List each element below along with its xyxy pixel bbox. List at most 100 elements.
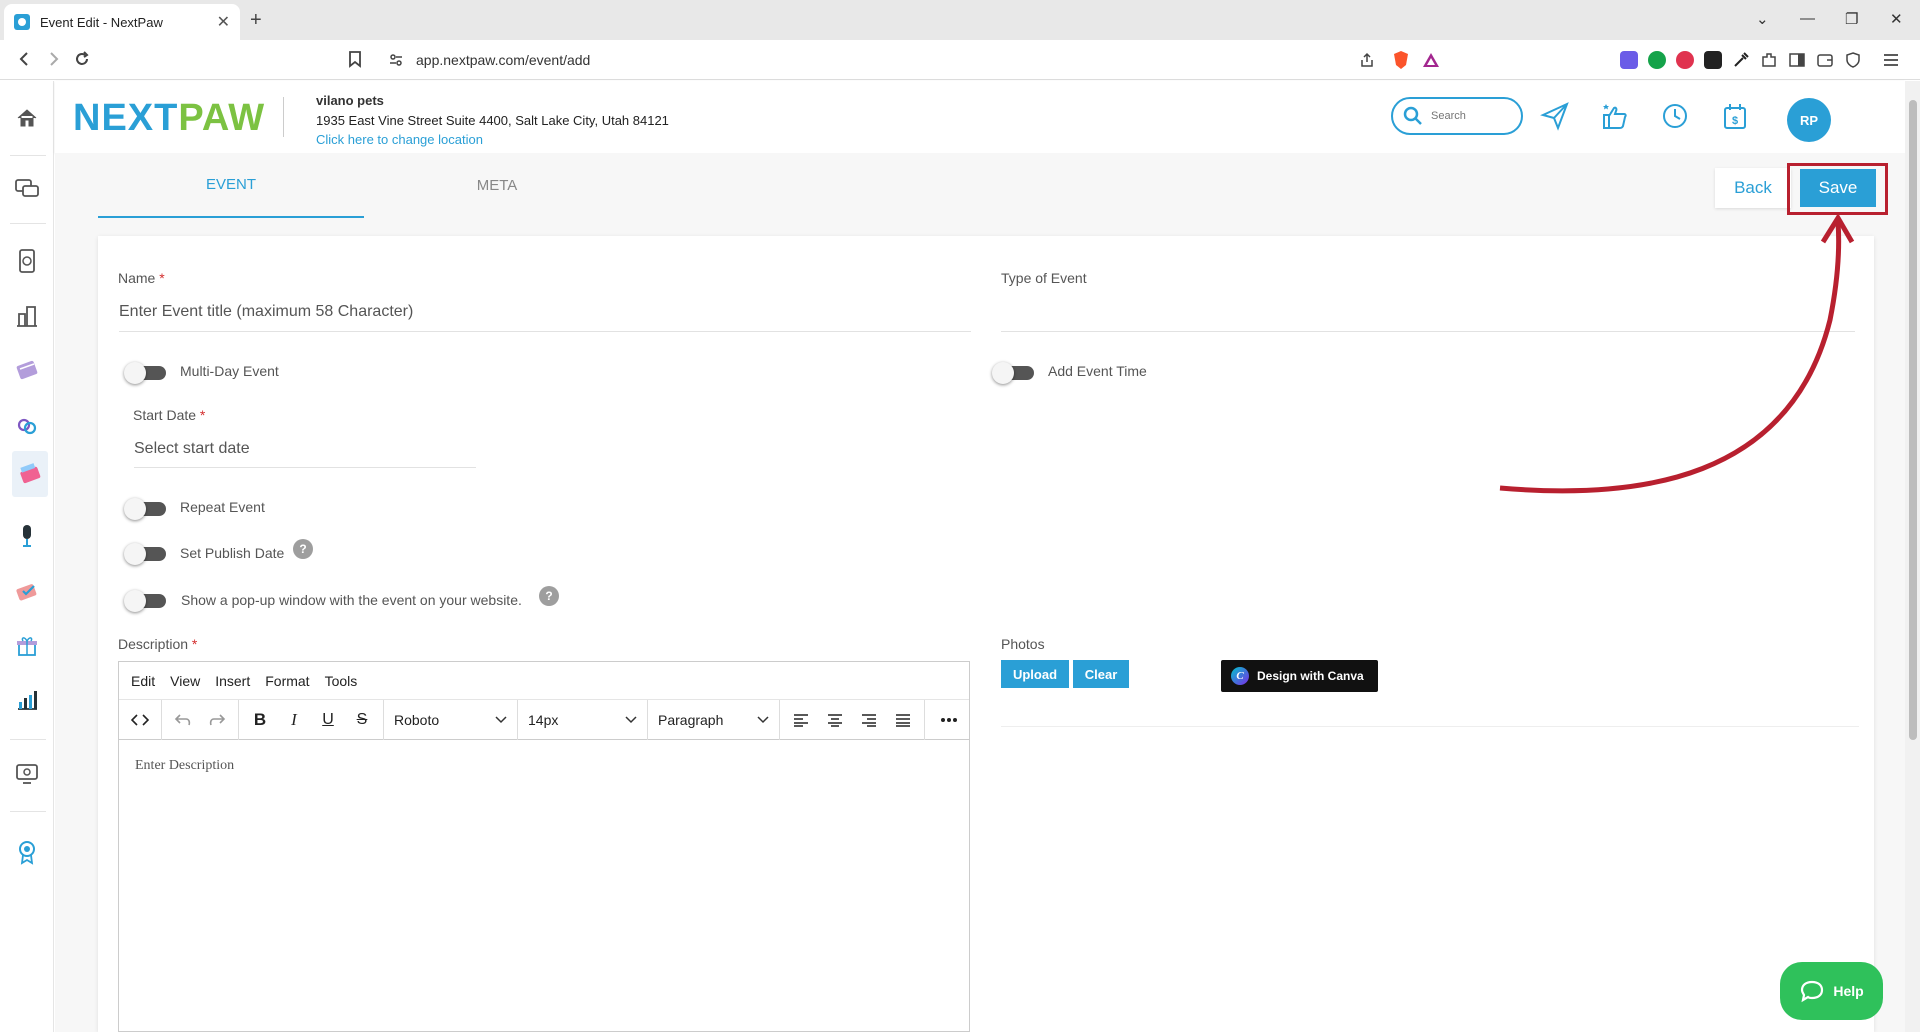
- font-size-select[interactable]: 14px: [518, 699, 648, 740]
- back-arrow-icon[interactable]: [14, 49, 34, 69]
- header-search[interactable]: [1391, 97, 1523, 135]
- code-icon: [131, 713, 149, 726]
- menu-insert[interactable]: Insert: [215, 673, 250, 689]
- sidebar-item-tasks[interactable]: [12, 576, 42, 606]
- minimize-icon[interactable]: —: [1800, 10, 1815, 27]
- popup-help-icon[interactable]: ?: [539, 586, 559, 606]
- location-name: vilano pets: [316, 93, 384, 108]
- sidebar-item-devices[interactable]: [12, 246, 42, 276]
- nextpaw-logo[interactable]: NEXTPAW: [73, 97, 265, 140]
- bold-button[interactable]: B: [243, 700, 277, 740]
- source-code-button[interactable]: [123, 700, 157, 740]
- sidebar-item-settings[interactable]: [12, 759, 42, 789]
- menu-format[interactable]: Format: [265, 673, 309, 689]
- publish-date-toggle[interactable]: [124, 543, 166, 565]
- send-paper-plane-icon[interactable]: [1540, 101, 1570, 131]
- browser-tab[interactable]: Event Edit - NextPaw ✕: [4, 4, 240, 40]
- site-settings-icon[interactable]: [388, 52, 404, 68]
- sidebar-item-rewards[interactable]: [12, 631, 42, 661]
- redo-button[interactable]: [200, 700, 234, 740]
- bookmark-icon[interactable]: [346, 49, 364, 69]
- close-window-icon[interactable]: ✕: [1890, 10, 1903, 28]
- menu-tools[interactable]: Tools: [325, 673, 358, 689]
- logo-text-paw: PAW: [178, 97, 266, 139]
- description-editor-body[interactable]: Enter Description: [119, 740, 969, 792]
- sidebar-item-messages[interactable]: [12, 174, 42, 204]
- tab-list-chevron-icon[interactable]: ⌄: [1756, 10, 1769, 28]
- help-chat-button[interactable]: Help: [1780, 962, 1883, 1020]
- description-editor: Edit View Insert Format Tools B I U S Ro…: [118, 661, 970, 1032]
- justify-icon: [896, 713, 910, 727]
- save-annotation-arrow: [1499, 213, 1855, 494]
- sidebar-item-achievements[interactable]: [12, 837, 42, 867]
- sidebar-item-marketing[interactable]: [12, 355, 42, 385]
- repeat-event-toggle[interactable]: [124, 498, 166, 520]
- history-clock-icon[interactable]: [1660, 101, 1690, 131]
- brave-rewards-icon[interactable]: [1422, 51, 1440, 69]
- change-location-link[interactable]: Click here to change location: [316, 132, 483, 147]
- multi-day-toggle[interactable]: [124, 362, 166, 384]
- event-name-input[interactable]: [119, 302, 971, 332]
- vpn-shield-icon[interactable]: [1844, 51, 1862, 69]
- undo-button[interactable]: [166, 700, 200, 740]
- billing-receipt-icon[interactable]: $: [1720, 101, 1750, 131]
- tab-meta[interactable]: META: [364, 152, 630, 218]
- svg-text:$: $: [1732, 115, 1738, 127]
- extension-s-icon[interactable]: [1704, 51, 1722, 69]
- reviews-thumbs-up-icon[interactable]: [1600, 101, 1630, 131]
- checklist-icon: [16, 584, 37, 601]
- extension-1-icon[interactable]: [1620, 51, 1638, 69]
- browser-menu-icon[interactable]: [1882, 51, 1900, 69]
- italic-button[interactable]: I: [277, 700, 311, 740]
- page-scrollbar-thumb[interactable]: [1909, 100, 1917, 740]
- wallet-icon[interactable]: [1816, 51, 1834, 69]
- sidebar-item-events[interactable]: [12, 451, 48, 497]
- underline-button[interactable]: U: [311, 700, 345, 740]
- align-left-button[interactable]: [784, 700, 818, 740]
- close-tab-icon[interactable]: ✕: [217, 12, 230, 32]
- extension-3-icon[interactable]: [1676, 51, 1694, 69]
- clear-photo-button[interactable]: Clear: [1073, 660, 1129, 688]
- design-with-canva-button[interactable]: C Design with Canva: [1221, 660, 1378, 692]
- reload-icon[interactable]: [72, 49, 92, 69]
- align-center-button[interactable]: [818, 700, 852, 740]
- sidebar-item-home[interactable]: [12, 103, 42, 133]
- sidebar-toggle-icon[interactable]: [1788, 51, 1806, 69]
- search-input[interactable]: [1431, 110, 1511, 122]
- start-date-input[interactable]: [134, 440, 476, 468]
- share-icon[interactable]: [1359, 52, 1375, 68]
- forward-arrow-icon[interactable]: [44, 49, 64, 69]
- brave-shield-icon[interactable]: [1392, 50, 1410, 70]
- bar-chart-icon: [18, 691, 37, 710]
- font-family-select[interactable]: Roboto: [384, 699, 518, 740]
- browser-tab-bar: Event Edit - NextPaw ✕ + ⌄ — ❐ ✕: [0, 0, 1920, 40]
- block-format-select[interactable]: Paragraph: [648, 699, 780, 740]
- strikethrough-button[interactable]: S: [345, 700, 379, 740]
- restore-icon[interactable]: ❐: [1845, 10, 1858, 28]
- save-annotation-box: [1787, 163, 1888, 215]
- building-icon: [17, 306, 37, 327]
- upload-photo-button[interactable]: Upload: [1001, 660, 1069, 688]
- back-button[interactable]: Back: [1715, 168, 1791, 208]
- menu-edit[interactable]: Edit: [131, 673, 155, 689]
- user-avatar[interactable]: RP: [1787, 98, 1831, 142]
- sidebar-item-business[interactable]: [12, 301, 42, 331]
- justify-button[interactable]: [886, 700, 920, 740]
- new-tab-icon[interactable]: +: [250, 9, 262, 32]
- add-event-time-toggle[interactable]: [992, 362, 1034, 384]
- popup-window-toggle[interactable]: [124, 590, 166, 612]
- sidebar-item-loyalty[interactable]: [12, 411, 42, 441]
- align-right-button[interactable]: [852, 700, 886, 740]
- sidebar-item-podcast[interactable]: [12, 521, 42, 551]
- align-center-icon: [828, 713, 842, 727]
- more-toolbar-button[interactable]: [929, 700, 969, 740]
- event-ticket-icon: [20, 463, 41, 484]
- eyedropper-extension-icon[interactable]: [1732, 51, 1750, 69]
- grammarly-extension-icon[interactable]: [1648, 51, 1666, 69]
- url-field[interactable]: app.nextpaw.com/event/add: [376, 45, 1456, 75]
- sidebar-item-reports[interactable]: [12, 685, 42, 715]
- tab-event[interactable]: EVENT: [98, 152, 364, 218]
- publish-date-help-icon[interactable]: ?: [293, 539, 313, 559]
- extensions-puzzle-icon[interactable]: [1760, 51, 1778, 69]
- menu-view[interactable]: View: [170, 673, 200, 689]
